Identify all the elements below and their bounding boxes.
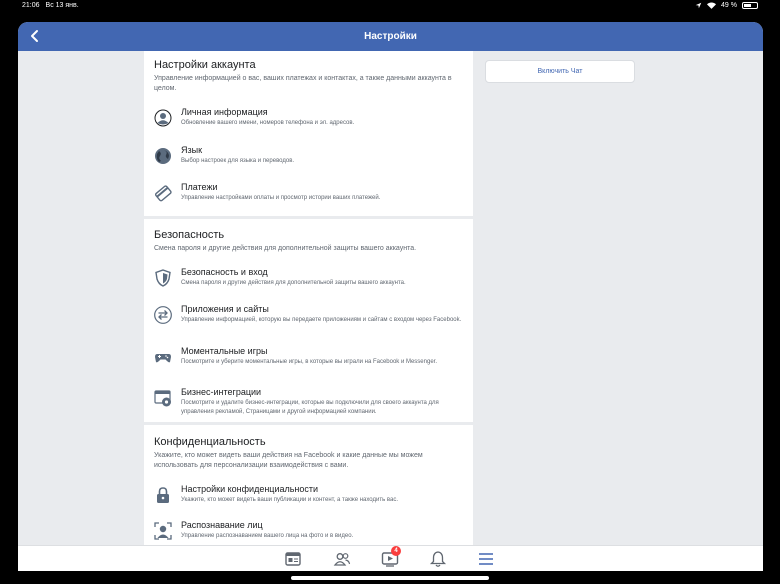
section-title: Конфиденциальность xyxy=(154,436,266,448)
item-title: Платежи xyxy=(181,182,218,192)
section-description: Управление информацией о вас, ваших плат… xyxy=(154,75,452,92)
tab-bar: 4 xyxy=(18,545,763,571)
status-time: 21:06 xyxy=(22,2,40,9)
friends-icon[interactable] xyxy=(333,550,351,568)
settings-item-apps-websites[interactable]: Приложения и сайты Управление информацие… xyxy=(154,304,464,340)
item-title: Приложения и сайты xyxy=(181,304,269,314)
item-description: Обновление вашего имени, номеров телефон… xyxy=(181,120,355,126)
menu-icon[interactable] xyxy=(477,550,495,568)
nav-bar: Настройки xyxy=(18,22,763,51)
item-description: Управление распознаванием вашего лица на… xyxy=(181,533,354,539)
item-description: Управление информацией, которую вы перед… xyxy=(181,317,462,323)
section-description: Смена пароля и другие действия для допол… xyxy=(154,245,417,252)
settings-item-instant-games[interactable]: Моментальные игры Посмотрите и уберите м… xyxy=(154,346,464,382)
location-icon xyxy=(695,2,702,9)
lock-icon xyxy=(157,487,169,503)
tab-watch[interactable]: 4 xyxy=(381,546,401,568)
status-date: Вс 13 янв. xyxy=(45,2,79,9)
globe-icon xyxy=(155,148,171,164)
wifi-icon xyxy=(707,2,717,9)
settings-item-language[interactable]: Язык Выбор настроек для языка и переводо… xyxy=(154,145,464,175)
item-description: Укажите, кто может видеть ваши публикаци… xyxy=(181,497,399,503)
item-description: Управление настройками оплаты и просмотр… xyxy=(181,195,381,201)
card-icon xyxy=(154,185,172,202)
battery-percent: 49 % xyxy=(721,2,737,9)
item-title: Распознавание лиц xyxy=(181,520,263,530)
section-description: Укажите, кто может видеть ваши действия … xyxy=(154,452,423,469)
item-title: Настройки конфиденциальности xyxy=(181,484,319,494)
item-title: Язык xyxy=(181,145,203,155)
news-feed-icon[interactable] xyxy=(284,550,302,568)
section-security: Безопасность Смена пароля и другие дейст… xyxy=(144,219,473,422)
item-description: Выбор настроек для языка и переводов. xyxy=(181,158,295,164)
app-window: Настройки Настройки аккаунта Управление … xyxy=(18,22,763,571)
settings-item-security-login[interactable]: Безопасность и вход Смена пароля и други… xyxy=(154,267,464,297)
face-recognition-icon xyxy=(154,522,172,540)
shield-icon xyxy=(155,269,171,287)
settings-item-privacy-settings[interactable]: Настройки конфиденциальности Укажите, кт… xyxy=(154,484,464,514)
settings-item-face-recognition[interactable]: Распознавание лиц Управление распознаван… xyxy=(154,520,464,544)
section-title: Настройки аккаунта xyxy=(154,59,256,71)
bell-icon[interactable] xyxy=(429,550,447,568)
section-title: Безопасность xyxy=(154,229,225,241)
status-bar: 21:06 Вс 13 янв. 49 % xyxy=(0,0,780,14)
item-description: Смена пароля и другие действия для допол… xyxy=(181,280,406,286)
battery-icon xyxy=(742,2,758,9)
settings-item-payments[interactable]: Платежи Управление настройками оплаты и … xyxy=(154,182,464,212)
item-description: Посмотрите и уберите моментальные игры, … xyxy=(181,359,437,365)
item-title: Безопасность и вход xyxy=(181,267,268,277)
settings-item-business-integrations[interactable]: Бизнес-интеграции Посмотрите и удалите б… xyxy=(154,387,464,423)
person-icon xyxy=(154,109,172,127)
page-title: Настройки xyxy=(364,31,417,42)
enable-chat-button[interactable]: Включить Чат xyxy=(485,60,635,83)
section-privacy: Конфиденциальность Укажите, кто может ви… xyxy=(144,425,473,545)
item-description: Посмотрите и удалите бизнес-интеграции, … xyxy=(181,400,439,415)
arrows-icon xyxy=(154,306,172,324)
section-account-settings: Настройки аккаунта Управление информацие… xyxy=(144,51,473,216)
gamepad-icon xyxy=(155,354,171,363)
item-title: Моментальные игры xyxy=(181,346,268,356)
screen: 21:06 Вс 13 янв. 49 % Настройки Настройк… xyxy=(0,0,780,584)
notification-badge: 4 xyxy=(391,546,401,556)
settings-item-personal-info[interactable]: Личная информация Обновление вашего имен… xyxy=(154,107,464,137)
item-title: Бизнес-интеграции xyxy=(181,387,262,397)
home-indicator[interactable] xyxy=(291,576,489,580)
business-gear-icon xyxy=(154,390,171,407)
item-title: Личная информация xyxy=(181,107,268,117)
